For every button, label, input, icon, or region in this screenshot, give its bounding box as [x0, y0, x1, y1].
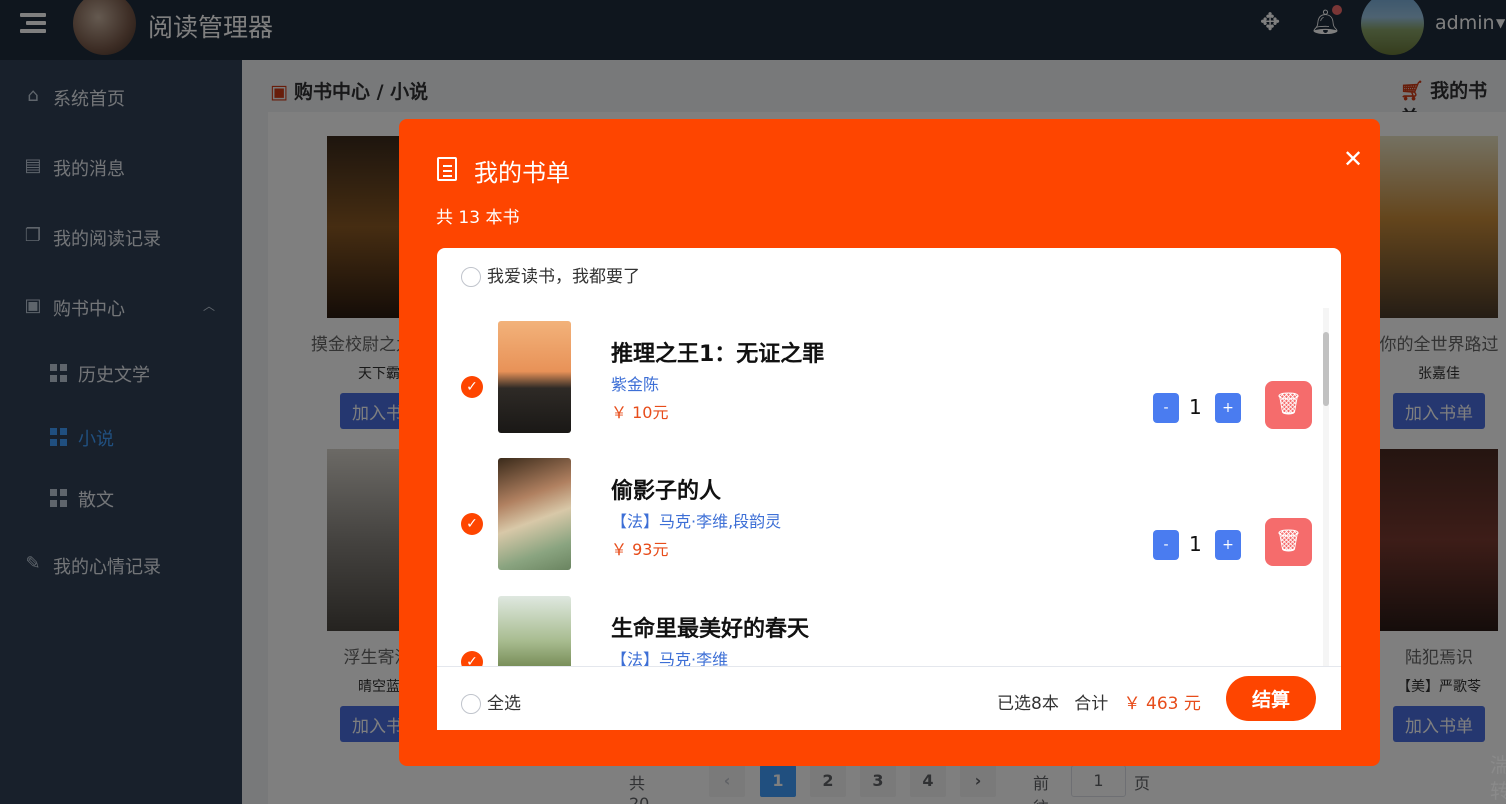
book-cover[interactable]: [498, 321, 571, 433]
total-value: ￥ 463 元: [1123, 694, 1201, 714]
decrease-button[interactable]: -: [1153, 393, 1179, 423]
cart-footer: 全选 已选8本 合计 ￥ 463 元 结算: [437, 666, 1341, 730]
cart-item-title[interactable]: 偷影子的人: [611, 473, 721, 505]
corner-watermark-text: 湍 转: [1490, 753, 1506, 803]
increase-button[interactable]: +: [1215, 393, 1241, 423]
checkmark-icon[interactable]: ✓: [461, 513, 483, 535]
decrease-button[interactable]: -: [1153, 530, 1179, 560]
increase-button[interactable]: +: [1215, 530, 1241, 560]
quantity-value: 1: [1189, 395, 1202, 419]
cart-item-author[interactable]: 【法】马克·李维,段韵灵: [611, 508, 781, 532]
my-list-dialog: 我的书单 ✕ 共 13 本书 我爱读书，我都要了 ✓ 推理之王1：无证之罪 紫金…: [399, 119, 1380, 766]
cart-panel: 我爱读书，我都要了 ✓ 推理之王1：无证之罪 紫金陈 ￥ 10元 - 1 + 🗑…: [437, 248, 1341, 730]
book-count: 共 13 本书: [436, 208, 520, 228]
cart-item-price: ￥ 10元: [611, 403, 669, 422]
cart-item-title[interactable]: 生命里最美好的春天: [611, 611, 809, 643]
cart-item-price: ￥ 93元: [611, 540, 669, 559]
dialog-title: 我的书单: [474, 159, 570, 187]
love-all-option[interactable]: 我爱读书，我都要了: [461, 262, 640, 287]
cart-item: ✓ 偷影子的人 【法】马克·李维,段韵灵 ￥ 93元 - 1 + 🗑︎: [437, 458, 1317, 578]
quantity-value: 1: [1189, 532, 1202, 556]
cart-item-author[interactable]: 紫金陈: [611, 371, 659, 395]
trash-icon[interactable]: 🗑︎: [1265, 381, 1312, 429]
radio-button[interactable]: [461, 694, 481, 714]
trash-icon[interactable]: 🗑︎: [1265, 518, 1312, 566]
love-all-label: 我爱读书，我都要了: [487, 267, 640, 287]
cart-summary: 已选8本 合计 ￥ 463 元: [997, 689, 1201, 714]
checkmark-icon[interactable]: ✓: [461, 376, 483, 398]
book-cover[interactable]: [498, 458, 571, 570]
selected-count: 已选8本: [997, 694, 1059, 714]
radio-button[interactable]: [461, 267, 481, 287]
select-all-option[interactable]: 全选: [461, 689, 521, 714]
cart-item: ✓ 推理之王1：无证之罪 紫金陈 ￥ 10元 - 1 + 🗑︎: [437, 321, 1317, 441]
cart-item-title[interactable]: 推理之王1：无证之罪: [611, 336, 824, 368]
checkout-button[interactable]: 结算: [1226, 676, 1316, 721]
close-icon[interactable]: ✕: [1343, 145, 1363, 173]
document-icon: [437, 157, 457, 181]
select-all-label: 全选: [487, 694, 521, 714]
scrollbar-thumb[interactable]: [1323, 332, 1329, 406]
total-label: 合计: [1074, 694, 1109, 714]
